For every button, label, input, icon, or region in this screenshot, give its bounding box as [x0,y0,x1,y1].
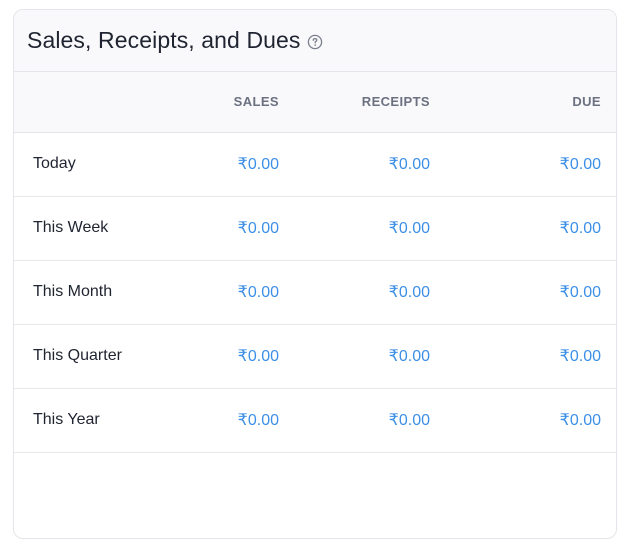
column-header-receipts: RECEIPTS [298,72,449,133]
column-header-sales: SALES [148,72,298,133]
receipts-amount[interactable]: ₹0.00 [298,260,449,325]
table-row: Today ₹0.00 ₹0.00 ₹0.00 [14,132,616,197]
table-row: This Year ₹0.00 ₹0.00 ₹0.00 [14,388,616,453]
due-amount[interactable]: ₹0.00 [449,324,616,389]
sales-receipts-dues-card: Sales, Receipts, and Dues SALES RECEIPTS… [13,9,617,539]
summary-table: SALES RECEIPTS DUE Today ₹0.00 ₹0.00 ₹0.… [14,72,616,453]
card-title: Sales, Receipts, and Dues [27,27,301,53]
row-label: This Year [14,388,148,453]
table-header-row: SALES RECEIPTS DUE [14,72,616,133]
due-amount[interactable]: ₹0.00 [449,196,616,261]
row-label: This Month [14,260,148,325]
receipts-amount[interactable]: ₹0.00 [298,324,449,389]
table-row: This Week ₹0.00 ₹0.00 ₹0.00 [14,196,616,261]
sales-amount[interactable]: ₹0.00 [148,324,298,389]
receipts-amount[interactable]: ₹0.00 [298,388,449,453]
question-circle-icon[interactable] [307,34,323,50]
row-label: This Week [14,196,148,261]
due-amount[interactable]: ₹0.00 [449,132,616,197]
column-header-due: DUE [449,72,616,133]
column-header-label [14,72,148,133]
sales-amount[interactable]: ₹0.00 [148,132,298,197]
receipts-amount[interactable]: ₹0.00 [298,132,449,197]
card-header: Sales, Receipts, and Dues [14,10,616,72]
row-label: Today [14,132,148,197]
sales-amount[interactable]: ₹0.00 [148,196,298,261]
receipts-amount[interactable]: ₹0.00 [298,196,449,261]
due-amount[interactable]: ₹0.00 [449,260,616,325]
table-row: This Quarter ₹0.00 ₹0.00 ₹0.00 [14,324,616,389]
sales-amount[interactable]: ₹0.00 [148,388,298,453]
due-amount[interactable]: ₹0.00 [449,388,616,453]
sales-amount[interactable]: ₹0.00 [148,260,298,325]
table-row: This Month ₹0.00 ₹0.00 ₹0.00 [14,260,616,325]
row-label: This Quarter [14,324,148,389]
